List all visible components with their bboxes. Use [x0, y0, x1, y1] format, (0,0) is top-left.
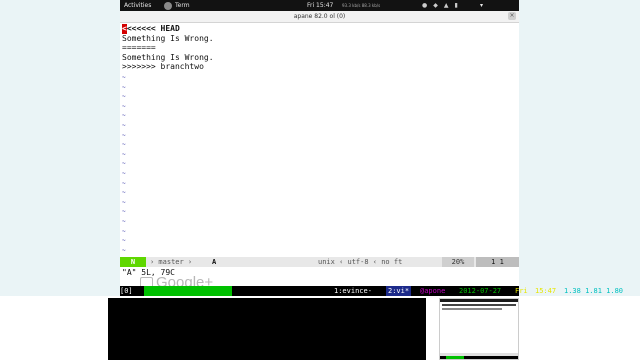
mode-indicator: N	[120, 257, 146, 267]
window-title: apane 82.0 ol (0)	[293, 13, 346, 20]
tmux-window-1[interactable]: 1:evince-	[334, 286, 372, 296]
empty-line-tilde: ~	[122, 198, 126, 206]
editor-line-1: <<<<<<< HEAD	[122, 24, 180, 34]
empty-line-tilde: ~	[122, 237, 126, 245]
empty-line-tilde: ~	[122, 150, 126, 158]
empty-line-tilde: ~	[122, 189, 126, 197]
empty-line-tilde: ~	[122, 102, 126, 110]
battery-icon[interactable]: ▮	[455, 0, 458, 11]
terminal-app-icon	[164, 1, 172, 10]
editor-line-2: Something Is Wrong.	[122, 33, 214, 43]
tmux-window-2[interactable]: 2:vi*	[386, 286, 412, 296]
thumbnail-topbar	[440, 299, 518, 302]
empty-line-tilde: ~	[122, 83, 126, 91]
file-encoding: unix ‹ utf-8 ‹ no ft	[318, 258, 403, 266]
tmux-green-block	[144, 286, 232, 296]
tmux-time: 15:47	[535, 287, 557, 295]
system-tray: ● ◆ ▲ ▮	[422, 0, 458, 11]
activities-button[interactable]: Activities	[124, 0, 151, 11]
vim-statusline: N › master › A unix ‹ utf-8 ‹ no ft 20% …	[120, 257, 519, 267]
user-menu-icon[interactable]: ▾	[480, 0, 483, 11]
editor-line-4: Something Is Wrong.	[122, 52, 214, 62]
app-menu[interactable]: Term	[164, 0, 190, 11]
git-branch: › master ›	[150, 258, 193, 266]
thumbnail-text-line	[442, 304, 516, 306]
thumbnail-tmux	[440, 356, 518, 359]
editor-line-5: >>>>>>> branchtwo	[122, 62, 204, 71]
tmux-statusbar: [0] 1:evince- 2:vi* @apone 2012-07-27 Fr…	[120, 286, 623, 296]
empty-line-tilde: ~	[122, 227, 126, 235]
empty-line-tilde: ~	[122, 122, 126, 129]
empty-line-tilde: ~	[122, 179, 126, 187]
tmux-host: @apone	[420, 287, 446, 295]
tmux-date: 2012-07-27	[459, 287, 502, 295]
editor-line-3: =======	[122, 43, 156, 52]
thumbnail-text-line	[442, 308, 502, 310]
empty-line-tilde: ~	[122, 74, 126, 81]
tmux-day: Fri	[515, 287, 528, 295]
tmux-session[interactable]: [0]	[120, 286, 144, 296]
network-icon[interactable]: ▲	[444, 0, 449, 11]
tmux-load: 1.38 1.81 1.80	[564, 287, 624, 295]
app-name: Term	[175, 2, 190, 9]
clock[interactable]: Fri 15:47	[307, 0, 333, 11]
empty-line-tilde: ~	[122, 218, 126, 225]
accessibility-icon[interactable]: ●	[422, 0, 427, 11]
empty-line-tilde: ~	[122, 93, 126, 101]
vim-buffer[interactable]: <<<<<<< HEAD Something Is Wrong. =======…	[120, 23, 519, 257]
gnome-top-bar: Activities Term Fri 15:47 93.3 kb/s 88.3…	[120, 0, 519, 11]
conflict-marker-head: <<<<<< HEAD	[126, 24, 180, 33]
volume-icon[interactable]: ◆	[433, 0, 438, 11]
empty-line-tilde: ~	[122, 208, 126, 216]
empty-line-tilde: ~	[122, 170, 126, 177]
hangout-video-pane	[108, 298, 426, 360]
right-margin	[519, 0, 640, 296]
left-margin	[0, 0, 120, 296]
empty-line-tilde: ~	[122, 246, 126, 254]
empty-line-tilde: ~	[122, 141, 126, 149]
cursor-position: 1 1	[476, 257, 519, 267]
close-window-icon[interactable]: ×	[508, 12, 516, 20]
scroll-percent: 20%	[442, 257, 474, 267]
empty-line-tilde: ~	[122, 131, 126, 139]
screenshot-frame: Activities Term Fri 15:47 93.3 kb/s 88.3…	[0, 0, 640, 360]
empty-line-tilde: ~	[122, 112, 126, 120]
buffer-name: A	[212, 258, 217, 266]
network-speed: 93.3 kb/s 88.3 kb/s	[342, 3, 381, 8]
empty-line-tilde: ~	[122, 160, 126, 168]
terminal-titlebar: apane 82.0 ol (0) ×	[120, 11, 519, 23]
screen-thumbnail[interactable]	[439, 298, 519, 360]
